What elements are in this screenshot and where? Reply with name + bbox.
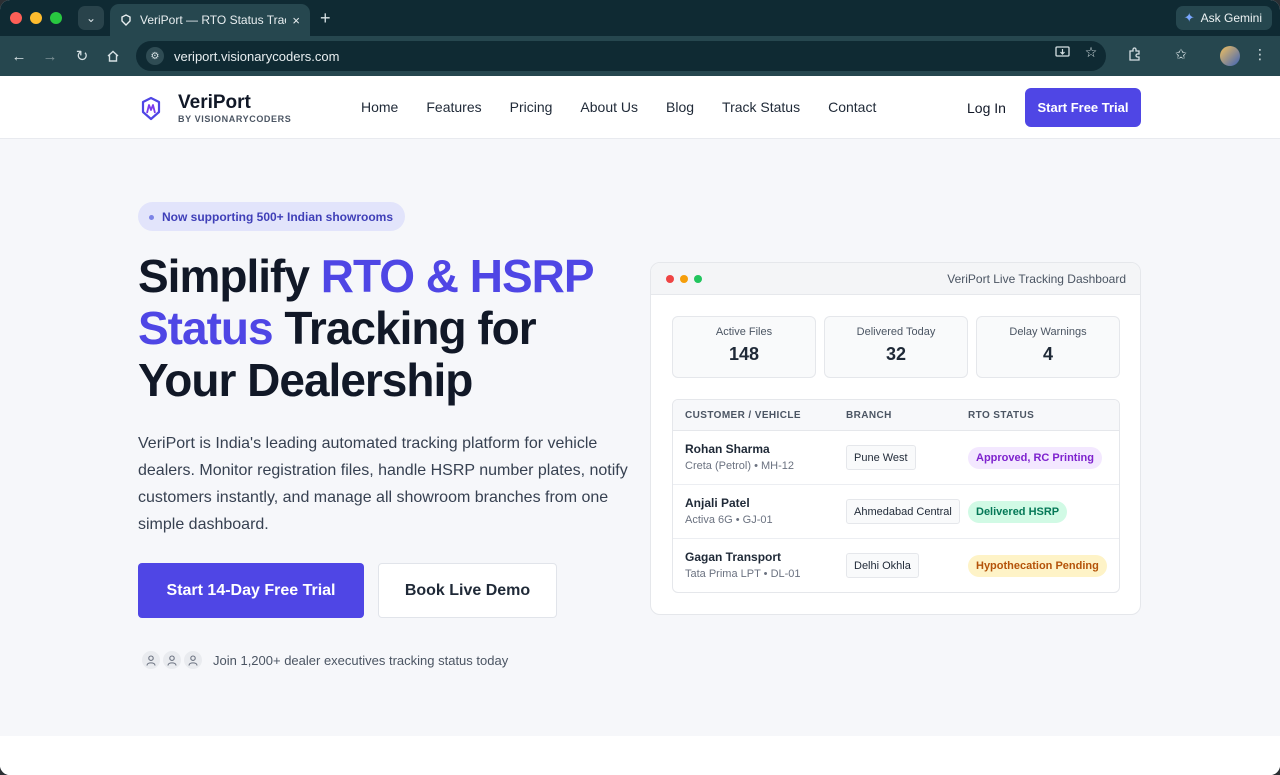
nav-link-track-status[interactable]: Track Status	[722, 99, 800, 115]
stat-card-active-files: Active Files 148	[672, 316, 816, 378]
extensions-icon[interactable]	[1126, 46, 1142, 62]
vehicle-info: Tata Prima LPT • DL-01	[685, 568, 801, 580]
table-row[interactable]: Rohan Sharma Creta (Petrol) • MH-12 Pune…	[673, 431, 1119, 485]
customer-name: Gagan Transport	[685, 550, 782, 564]
table-row[interactable]: Anjali Patel Activa 6G • GJ-01 Ahmedabad…	[673, 485, 1119, 539]
minimize-window-button[interactable]	[30, 12, 42, 24]
next-section	[0, 736, 1280, 775]
hero-headline: Simplify RTO & HSRP Status Tracking for …	[138, 250, 638, 406]
status-badge: Delivered HSRP	[968, 501, 1068, 523]
dashboard-title: VeriPort Live Tracking Dashboard	[947, 272, 1126, 286]
dashboard-preview: VeriPort Live Tracking Dashboard Active …	[650, 262, 1141, 615]
branch-badge: Pune West	[846, 445, 916, 470]
user-avatar-icon	[182, 649, 204, 671]
back-icon[interactable]: ←	[9, 46, 29, 66]
nav-link-features[interactable]: Features	[426, 99, 481, 115]
logo-name: VeriPort	[178, 92, 251, 113]
avatar-stack	[140, 649, 204, 671]
stat-value: 32	[885, 344, 907, 364]
headline-part-1: Simplify	[138, 250, 321, 302]
tab-search-button[interactable]: ⌄	[78, 6, 104, 30]
branch-badge: Ahmedabad Central	[846, 499, 960, 524]
bookmarks-icon[interactable]: ✩	[1173, 46, 1189, 62]
logo-subtitle: BY VISIONARYCODERS	[178, 114, 292, 124]
veriport-logo-icon	[141, 96, 161, 121]
table-row[interactable]: Gagan Transport Tata Prima LPT • DL-01 D…	[673, 539, 1119, 592]
veriport-favicon-icon	[121, 14, 131, 26]
tab-title: VeriPort — RTO Status Tracking	[140, 13, 286, 27]
menu-icon[interactable]: ⋮	[1252, 46, 1268, 62]
nav-link-pricing[interactable]: Pricing	[510, 99, 553, 115]
red-dot-icon	[666, 275, 674, 283]
site-info-icon[interactable]: ⚙	[146, 47, 164, 65]
ask-gemini-label: Ask Gemini	[1200, 11, 1262, 25]
stat-label: Delay Warnings	[1009, 326, 1087, 338]
active-tab[interactable]: VeriPort — RTO Status Tracking ×	[110, 4, 310, 36]
vehicle-info: Activa 6G • GJ-01	[685, 514, 773, 526]
column-header-branch: BRANCH	[846, 410, 892, 421]
ask-gemini-button[interactable]: ✦ Ask Gemini	[1175, 6, 1272, 30]
nav-link-home[interactable]: Home	[361, 99, 398, 115]
hero-description: VeriPort is India's leading automated tr…	[138, 435, 628, 533]
chevron-down-icon: ⌄	[85, 11, 97, 25]
status-badge: Hypothecation Pending	[968, 555, 1107, 577]
install-icon[interactable]	[1054, 44, 1070, 60]
browser-toolbar: ← → ↻ ⚙ veriport.visionarycoders.com ☆ ✩…	[0, 36, 1280, 76]
main-nav: Home Features Pricing About Us Blog Trac…	[361, 99, 876, 115]
home-icon[interactable]	[103, 46, 123, 66]
user-avatar-icon	[161, 649, 183, 671]
bookmark-star-icon[interactable]: ☆	[1083, 44, 1099, 60]
url-text: veriport.visionarycoders.com	[174, 48, 340, 64]
book-live-demo-button[interactable]: Book Live Demo	[378, 563, 557, 618]
profile-icon[interactable]	[1220, 46, 1240, 66]
reload-icon[interactable]: ↻	[72, 46, 92, 66]
stats-row: Active Files 148 Delivered Today 32 Dela…	[672, 316, 1120, 378]
status-table: CUSTOMER / VEHICLE BRANCH RTO STATUS Roh…	[672, 399, 1120, 593]
stat-label: Delivered Today	[856, 326, 936, 338]
gemini-sparkle-icon: ✦	[1183, 10, 1195, 25]
site-header: VeriPort BY VISIONARYCODERS Home Feature…	[0, 76, 1280, 139]
yellow-dot-icon	[680, 275, 688, 283]
nav-link-blog[interactable]: Blog	[666, 99, 694, 115]
nav-link-about-us[interactable]: About Us	[580, 99, 638, 115]
green-dot-icon	[694, 275, 702, 283]
stat-value: 4	[1042, 344, 1053, 364]
status-badge: Approved, RC Printing	[968, 447, 1102, 469]
web-page: VeriPort BY VISIONARYCODERS Home Feature…	[0, 76, 1280, 775]
customer-name: Anjali Patel	[685, 496, 750, 510]
browser-window: ⌄ VeriPort — RTO Status Tracking × + ✦ A…	[0, 0, 1280, 775]
start-14-day-trial-button[interactable]: Start 14-Day Free Trial	[138, 563, 364, 618]
announcement-pill: Now supporting 500+ Indian showrooms	[138, 202, 406, 231]
tab-close-icon[interactable]: ×	[292, 13, 300, 28]
branch-badge: Delhi Okhla	[846, 553, 919, 578]
user-avatar-icon	[140, 649, 162, 671]
nav-link-contact[interactable]: Contact	[828, 99, 876, 115]
social-proof-text: Join 1,200+ dealer executives tracking s…	[213, 652, 509, 668]
table-header: CUSTOMER / VEHICLE BRANCH RTO STATUS	[673, 400, 1119, 431]
stat-card-delay-warnings: Delay Warnings 4	[976, 316, 1120, 378]
stat-label: Active Files	[715, 326, 773, 338]
tab-bar: ⌄ VeriPort — RTO Status Tracking × + ✦ A…	[0, 0, 1280, 36]
dashboard-titlebar: VeriPort Live Tracking Dashboard	[651, 263, 1140, 295]
forward-icon[interactable]: →	[40, 46, 60, 66]
stat-value: 148	[728, 344, 760, 364]
column-header-rto-status: RTO STATUS	[968, 410, 1035, 421]
start-free-trial-button[interactable]: Start Free Trial	[1025, 88, 1141, 127]
column-header-customer: CUSTOMER / VEHICLE	[685, 410, 801, 421]
customer-name: Rohan Sharma	[685, 442, 770, 456]
new-tab-button[interactable]: +	[320, 8, 331, 28]
close-window-button[interactable]	[10, 12, 22, 24]
site-logo[interactable]: VeriPort BY VISIONARYCODERS	[140, 92, 292, 124]
stat-card-delivered-today: Delivered Today 32	[824, 316, 968, 378]
address-bar[interactable]: ⚙ veriport.visionarycoders.com	[136, 41, 1106, 71]
vehicle-info: Creta (Petrol) • MH-12	[685, 460, 794, 472]
login-link[interactable]: Log In	[967, 100, 1006, 116]
social-proof: Join 1,200+ dealer executives tracking s…	[140, 649, 508, 671]
maximize-window-button[interactable]	[50, 12, 62, 24]
